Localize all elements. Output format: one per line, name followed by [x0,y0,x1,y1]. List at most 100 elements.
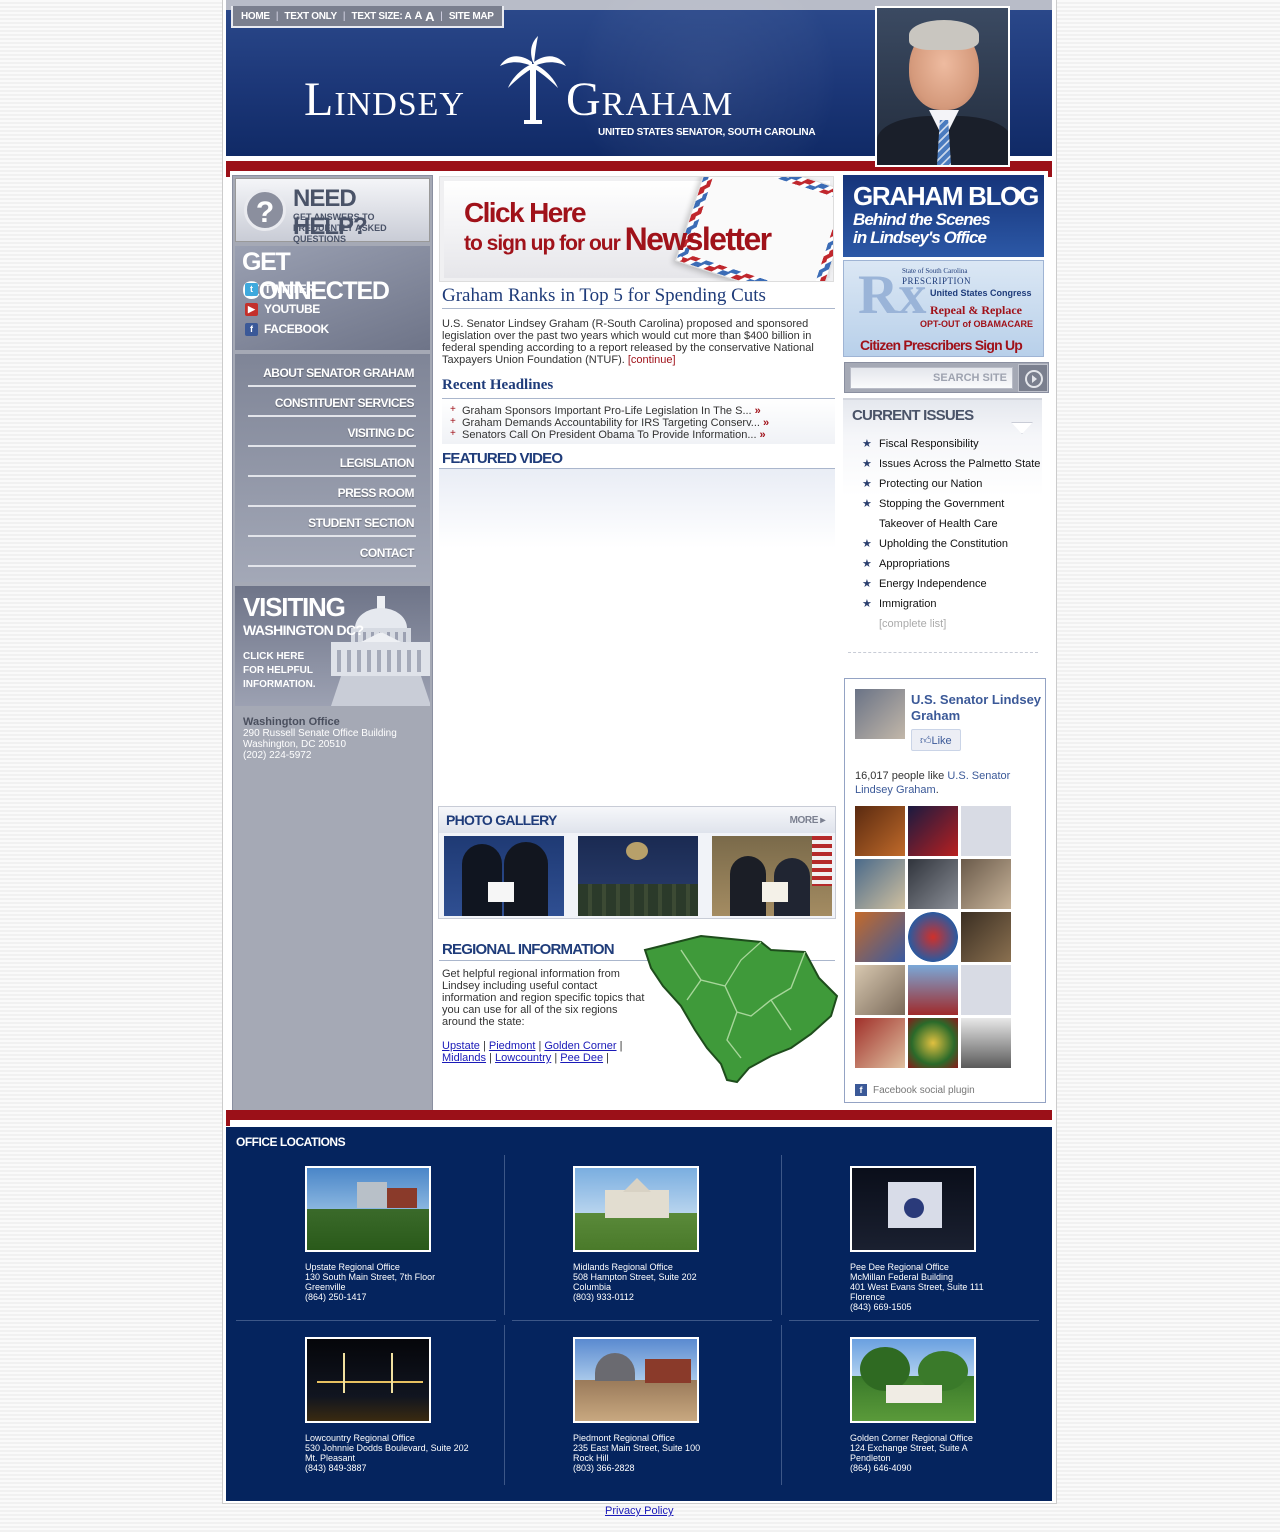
left-sidebar: ? NEED HELP? GET ANSWERS TO FREQUENTLY A… [232,175,433,1113]
visiting-dc-banner[interactable]: VISITING WASHINGTON DC? CLICK HERE FOR H… [235,586,430,706]
office-photo[interactable] [850,1337,976,1423]
office-photo[interactable] [850,1166,976,1252]
fb-like-button[interactable]: 👍︎Like [911,729,961,751]
office-photo[interactable] [573,1337,699,1423]
office-card: Upstate Regional Office 130 South Main S… [305,1166,505,1302]
gallery-photo[interactable] [578,836,698,916]
avatar[interactable] [908,806,958,856]
featured-video-heading: FEATURED VIDEO [442,450,563,467]
nav-legislation[interactable]: LEGISLATION [248,447,416,477]
office-photo[interactable] [305,1337,431,1423]
page-container: HOME | TEXT ONLY | TEXT SIZE: A A A | SI… [222,0,1057,1504]
office-photo[interactable] [305,1166,431,1252]
avatar[interactable] [961,859,1011,909]
arrow-right-icon [1017,189,1024,201]
gallery-photo[interactable] [444,836,564,916]
nav-site-map-link[interactable]: SITE MAP [449,11,494,22]
region-link-golden-corner[interactable]: Golden Corner [544,1040,616,1052]
question-icon: ? [244,189,286,231]
nav-contact[interactable]: CONTACT [248,537,416,567]
office-name: Upstate Regional Office [305,1262,400,1272]
search-input[interactable] [850,367,1013,389]
avatar[interactable] [855,912,905,962]
current-issues-list: Fiscal Responsibility Issues Across the … [862,434,1042,634]
twitter-icon: t [245,282,258,296]
avatar[interactable] [855,859,905,909]
get-connected-panel: GET CONNECTED t TWITTER ▶ YOUTUBE f FACE… [235,246,430,350]
avatar[interactable] [855,1018,905,1068]
nav-student-section[interactable]: STUDENT SECTION [248,507,416,537]
header-tagline: UNITED STATES SENATOR, SOUTH CAROLINA [598,127,816,138]
visiting-subtitle: WASHINGTON DC? [243,622,364,638]
south-carolina-map[interactable] [641,930,841,1088]
gallery-more-link[interactable]: MORE ▸ [790,815,826,826]
list-item[interactable]: Senators Call On President Obama To Prov… [450,428,835,441]
avatar[interactable] [961,1018,1011,1068]
fb-page-name[interactable]: U.S. Senator Lindsey Graham [911,692,1045,724]
facebook-link[interactable]: f FACEBOOK [245,322,329,336]
citizen-prescribers-cta: Citizen Prescribers Sign Up Here! [860,337,1023,356]
avatar[interactable] [908,912,958,962]
region-link-pee-dee[interactable]: Pee Dee [560,1052,603,1064]
avatar[interactable] [908,859,958,909]
list-item[interactable]: Energy Independence [862,574,1042,594]
list-item[interactable]: Appropriations [862,554,1042,574]
featured-video-area[interactable] [439,468,835,548]
list-item[interactable]: Immigration [862,594,1042,614]
region-link-piedmont[interactable]: Piedmont [489,1040,535,1052]
avatar[interactable] [855,806,905,856]
current-issues-title: CURRENT ISSUES [852,407,974,424]
avatar[interactable] [855,965,905,1015]
nav-visiting-dc[interactable]: VISITING DC [248,417,416,447]
office-photo[interactable] [573,1166,699,1252]
get-connected-title: GET CONNECTED [242,248,390,305]
region-link-upstate[interactable]: Upstate [442,1040,480,1052]
avatar[interactable] [908,965,958,1015]
office-locations: OFFICE LOCATIONS Upstate Regional Office… [226,1127,1052,1501]
list-item[interactable]: Protecting our Nation [862,474,1042,494]
avatar[interactable] [961,965,1011,1015]
list-item[interactable]: Fiscal Responsibility [862,434,1042,454]
region-link-lowcountry[interactable]: Lowcountry [495,1052,551,1064]
region-link-midlands[interactable]: Midlands [442,1052,486,1064]
avatar[interactable] [961,806,1011,856]
newsletter-signup-text: to sign up for our [464,232,621,255]
avatar[interactable] [961,912,1011,962]
privacy-policy-link[interactable]: Privacy Policy [605,1505,673,1517]
citizen-prescribers-banner[interactable]: Rx State of South Carolina PRESCRIPTION … [843,260,1044,357]
nav-about-senator[interactable]: ABOUT SENATOR GRAHAM [248,357,416,387]
headlines-list: Graham Sponsors Important Pro-Life Legis… [442,398,835,444]
text-size-small-link[interactable]: TEXT SIZE: A [352,11,412,22]
avatar[interactable] [855,689,905,739]
nav-text-only-link[interactable]: TEXT ONLY [284,11,337,22]
avatar[interactable] [908,1018,958,1068]
list-item[interactable]: Upholding the Constitution [862,534,1042,554]
capitol-icon [331,596,430,706]
office-name: Piedmont Regional Office [573,1433,675,1443]
continue-link[interactable]: [continue] [628,354,676,366]
twitter-link[interactable]: t TWITTER [245,282,315,296]
text-size-medium-link[interactable]: A [414,10,422,22]
nav-home-link[interactable]: HOME [241,11,270,22]
fb-social-plugin: f Facebook social plugin [855,1084,975,1096]
search-go-button[interactable] [1018,364,1048,392]
facebook-like-box: U.S. Senator Lindsey Graham 👍︎Like 16,01… [844,678,1046,1103]
nav-press-room[interactable]: PRESS ROOM [248,477,416,507]
photo-gallery: PHOTO GALLERY MORE ▸ [438,806,836,919]
newsletter-signup-banner[interactable]: Click Here to sign up for our Newsletter [439,176,834,282]
gallery-photo[interactable] [712,836,832,916]
youtube-link[interactable]: ▶ YOUTUBE [245,302,320,316]
visiting-title: VISITING [243,592,346,622]
list-item[interactable]: Graham Sponsors Important Pro-Life Legis… [450,404,835,417]
list-item[interactable]: Stopping the Government Takeover of Heal… [862,494,1042,534]
logo-last-name: Graham [566,73,734,126]
need-help-banner[interactable]: ? NEED HELP? GET ANSWERS TO FREQUENTLY A… [235,178,430,244]
complete-list-link[interactable]: [complete list] [862,614,1042,634]
list-item[interactable]: Issues Across the Palmetto State [862,454,1042,474]
fb-like-count: 16,017 people like U.S. Senator Lindsey … [855,770,1011,796]
nav-constituent-services[interactable]: CONSTITUENT SERVICES [248,387,416,417]
featured-story-title[interactable]: Graham Ranks in Top 5 for Spending Cuts [442,285,835,309]
text-size-large-link[interactable]: A [425,9,434,24]
list-item[interactable]: Graham Demands Accountability for IRS Ta… [450,416,835,429]
graham-blog-banner[interactable]: GRAHAM BLOG Behind the Scenes in Lindsey'… [843,175,1044,257]
